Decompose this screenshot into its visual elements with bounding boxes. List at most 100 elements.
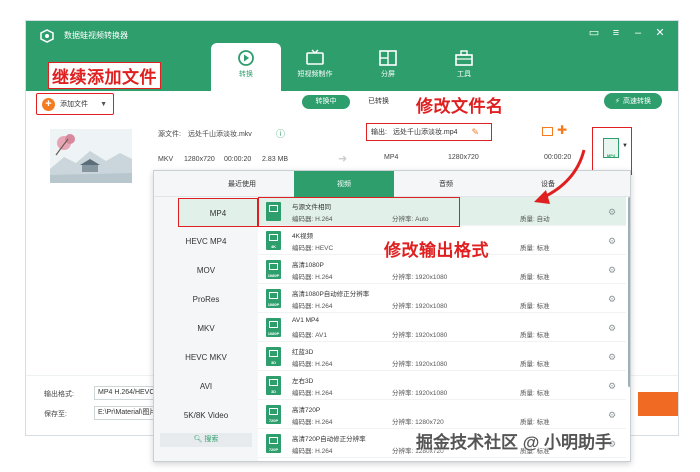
add-file-button[interactable]: + 添加文件 ▼ — [36, 93, 114, 115]
gear-icon[interactable]: ⚙ — [608, 323, 616, 334]
tab-converted[interactable]: 已转换 — [368, 95, 389, 109]
tab-short-video-label: 短视频制作 — [297, 71, 333, 78]
tab-split-screen[interactable]: 分屏 — [353, 43, 423, 91]
video-file-icon: 1080P — [266, 260, 281, 279]
preset-codec: 编码器: H.264 — [292, 303, 333, 310]
format-item-mp4[interactable]: MP4 — [178, 198, 258, 227]
search-icon: 🔍︎ — [193, 436, 203, 443]
gear-icon[interactable]: ⚙ — [608, 236, 616, 247]
tab-audio[interactable]: 音频 — [398, 171, 494, 197]
source-label: 源文件: — [158, 131, 181, 138]
preset-resolution: 分辨率: 1920x1080 — [392, 303, 448, 310]
annotation-format: 修改输出格式 — [384, 241, 489, 260]
chat-icon[interactable]: ▭ — [586, 27, 602, 39]
preset-row[interactable]: 1080P AV1 MP4 编码器: AV1 分辨率: 1920x1080 质量… — [258, 313, 626, 342]
input-format: MKV — [158, 156, 174, 163]
format-item-mov[interactable]: MOV — [154, 256, 258, 285]
source-file-name: 远处千山添淡妆.mkv — [188, 131, 252, 138]
output-resolution: 1280x720 — [448, 154, 479, 161]
format-item-prores[interactable]: ProRes — [154, 285, 258, 314]
gear-icon[interactable]: ⚙ — [608, 352, 616, 363]
format-item-mkv[interactable]: MKV — [154, 314, 258, 343]
preset-codec: 编码器: H.264 — [292, 448, 333, 455]
preset-resolution: 分辨率: 1920x1080 — [392, 332, 448, 339]
preset-name: 高清720P自动修正分辨率 — [292, 436, 366, 443]
arrow-right-icon: ➜ — [338, 153, 348, 165]
gear-icon[interactable]: ⚙ — [608, 410, 616, 421]
preset-codec: 编码器: H.264 — [292, 274, 333, 281]
preset-name: 左右3D — [292, 378, 314, 385]
format-search-label: 搜索 — [204, 436, 219, 443]
video-file-icon: 3D — [266, 376, 281, 395]
format-search-button[interactable]: 🔍︎ 搜索 — [160, 433, 252, 447]
annotation-rename: 修改文件名 — [416, 97, 504, 116]
format-item-5k-8k[interactable]: 5K/8K Video — [154, 401, 258, 430]
edit-icon[interactable]: ✎ — [472, 127, 480, 138]
add-file-label: 添加文件 — [60, 101, 88, 108]
fast-convert-button[interactable]: ⚡ 高速转换 — [604, 93, 662, 109]
video-file-icon: 720P — [266, 405, 281, 424]
format-item-avi[interactable]: AVI — [154, 372, 258, 401]
preset-row[interactable]: 720P 高清720P 编码器: H.264 分辨率: 1280x720 质量:… — [258, 400, 626, 429]
preset-codec: 编码器: H.264 — [292, 216, 333, 223]
lightning-icon: ⚡ — [615, 98, 620, 105]
format-file-icon: MP4 — [603, 138, 619, 158]
preset-resolution: 分辨率: Auto — [392, 216, 429, 223]
output-file-name: 远处千山添淡妆.mp4 — [392, 129, 458, 136]
watermark: 掘金技术社区 @ 小明助手 — [416, 433, 613, 452]
format-item-hevc-mkv[interactable]: HEVC MKV — [154, 343, 258, 372]
logo-icon — [40, 29, 54, 43]
fast-convert-label: 高速转换 — [622, 98, 651, 105]
tab-convert-label: 转换 — [239, 71, 253, 78]
gear-icon[interactable]: ⚙ — [608, 381, 616, 392]
gear-icon[interactable]: ⚙ — [608, 294, 616, 305]
preset-row[interactable]: 3D 红蓝3D 编码器: H.264 分辨率: 1920x1080 质量: 标准… — [258, 342, 626, 371]
preset-quality: 质量: 标准 — [520, 245, 550, 252]
preset-name: 高清720P — [292, 407, 321, 414]
preset-quality: 质量: 标准 — [520, 390, 550, 397]
gear-icon[interactable]: ⚙ — [608, 207, 616, 218]
format-item-hevc-mp4[interactable]: HEVC MP4 — [154, 227, 258, 256]
add-segment-icon[interactable]: ✚ — [557, 123, 567, 137]
preset-name: 高清1080P自动修正分辨率 — [292, 291, 370, 298]
preset-codec: 编码器: H.264 — [292, 419, 333, 426]
annotation-arrow — [534, 149, 586, 204]
preset-codec: 编码器: AV1 — [292, 332, 327, 339]
format-list: MP4 HEVC MP4 MOV ProRes MKV HEVC MKV AVI… — [154, 197, 258, 461]
save-path-field[interactable]: E:\Pr\Material\图片 — [94, 406, 160, 420]
input-resolution: 1280x720 — [184, 156, 215, 163]
tab-video[interactable]: 视频 — [294, 171, 394, 197]
close-icon[interactable]: ✕ — [652, 27, 668, 39]
tab-tools-label: 工具 — [457, 71, 471, 78]
chevron-down-icon: ▼ — [622, 143, 628, 149]
info-icon[interactable]: ⓘ — [276, 127, 285, 140]
preset-name: 红蓝3D — [292, 349, 314, 356]
video-thumbnail[interactable] — [50, 129, 132, 183]
tab-recent[interactable]: 最近使用 — [194, 171, 290, 197]
preset-quality: 质量: 标准 — [520, 303, 550, 310]
preset-quality: 质量: 标准 — [520, 274, 550, 281]
compress-icon[interactable] — [542, 127, 553, 136]
output-name-box[interactable]: 输出: 远处千山添淡妆.mp4 ✎ — [366, 123, 492, 141]
tab-converting[interactable]: 转换中 — [302, 95, 350, 109]
preset-codec: 编码器: HEVC — [292, 245, 334, 252]
menu-icon[interactable]: ≡ — [608, 27, 624, 39]
chevron-down-icon[interactable]: ▼ — [100, 101, 107, 108]
preset-codec: 编码器: H.264 — [292, 361, 333, 368]
output-format-selector[interactable]: MP4 ▼ — [592, 127, 632, 175]
tab-split-screen-label: 分屏 — [381, 71, 395, 78]
preset-row[interactable]: 1080P 高清1080P自动修正分辨率 编码器: H.264 分辨率: 192… — [258, 284, 626, 313]
tab-short-video[interactable]: 短视频制作 — [280, 43, 350, 91]
convert-all-button[interactable] — [638, 392, 678, 416]
video-file-icon: 1080P — [266, 318, 281, 337]
tab-convert[interactable]: 转换 — [211, 43, 281, 91]
scrollbar[interactable] — [628, 197, 630, 387]
preset-quality: 质量: 标准 — [520, 332, 550, 339]
preset-row[interactable]: 3D 左右3D 编码器: H.264 分辨率: 1920x1080 质量: 标准… — [258, 371, 626, 400]
tab-tools[interactable]: 工具 — [429, 43, 499, 91]
preset-name: 与源文件相同 — [292, 204, 331, 211]
preset-resolution: 分辨率: 1280x720 — [392, 419, 444, 426]
minimize-icon[interactable]: – — [630, 27, 646, 39]
output-format-select[interactable]: MP4 H.264/HEVC — [94, 386, 160, 400]
gear-icon[interactable]: ⚙ — [608, 265, 616, 276]
